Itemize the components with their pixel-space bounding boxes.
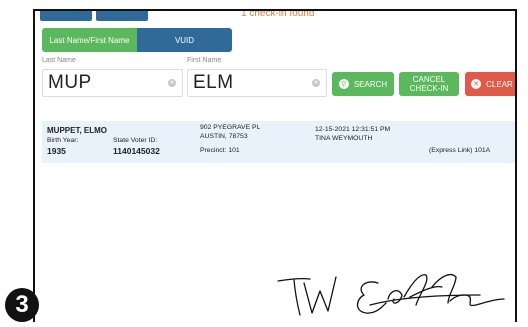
clear-button-label: CLEAR — [486, 79, 513, 89]
result-row[interactable]: MUPPET, ELMO Birth Year: 1935 State Vote… — [42, 121, 515, 163]
first-name-label: First Name — [187, 57, 222, 64]
cancel-checkin-button[interactable]: CANCEL CHECK-IN — [399, 72, 459, 96]
step-number-badge: 3 — [5, 288, 39, 322]
clear-field-icon[interactable]: ✕ — [312, 79, 320, 87]
close-icon: ✕ — [471, 79, 482, 89]
cancel-label-line1: CANCEL — [412, 74, 446, 84]
search-icon: ⚲ — [338, 79, 349, 89]
state-voter-id-label: State Voter ID: — [113, 137, 158, 144]
election-worker: TINA WEYMOUTH — [315, 135, 373, 142]
top-nav-button-2[interactable] — [96, 11, 148, 21]
signature-image — [277, 273, 505, 316]
clear-field-icon[interactable]: ✕ — [168, 79, 176, 87]
tab-name-search[interactable]: Last Name/First Name — [42, 28, 137, 52]
tab-vuid-search[interactable]: VUID — [137, 28, 232, 52]
top-nav-button-1[interactable] — [40, 11, 92, 21]
express-link: (Express Link) 101A — [429, 147, 491, 154]
search-mode-toggle: Last Name/First Name VUID — [42, 28, 232, 52]
address-line2: AUSTIN, 78753 — [200, 133, 248, 140]
state-voter-id-value: 1140145032 — [113, 146, 160, 156]
first-name-field[interactable]: ELM ✕ — [187, 69, 327, 97]
last-name-field[interactable]: MUP ✕ — [42, 69, 183, 97]
address-line1: 902 PYEGRAVE PL — [200, 124, 261, 131]
first-name-value: ELM — [193, 72, 234, 93]
last-name-value: MUP — [48, 72, 92, 93]
precinct: Precinct: 101 — [200, 147, 240, 154]
clear-button[interactable]: ✕ CLEAR — [465, 72, 515, 96]
search-button[interactable]: ⚲ SEARCH — [332, 72, 394, 96]
voter-name: MUPPET, ELMO — [47, 126, 108, 135]
birth-year-label: Birth Year: — [47, 137, 79, 144]
birth-year-value: 1935 — [47, 146, 66, 156]
search-button-label: SEARCH — [353, 79, 388, 89]
cancel-label-line2: CHECK-IN — [409, 84, 449, 93]
checkin-time: 12-15-2021 12:31:51 PM — [315, 126, 391, 133]
checkin-count-status: 1 check-in found — [241, 9, 315, 19]
last-name-label: Last Name — [42, 57, 76, 64]
